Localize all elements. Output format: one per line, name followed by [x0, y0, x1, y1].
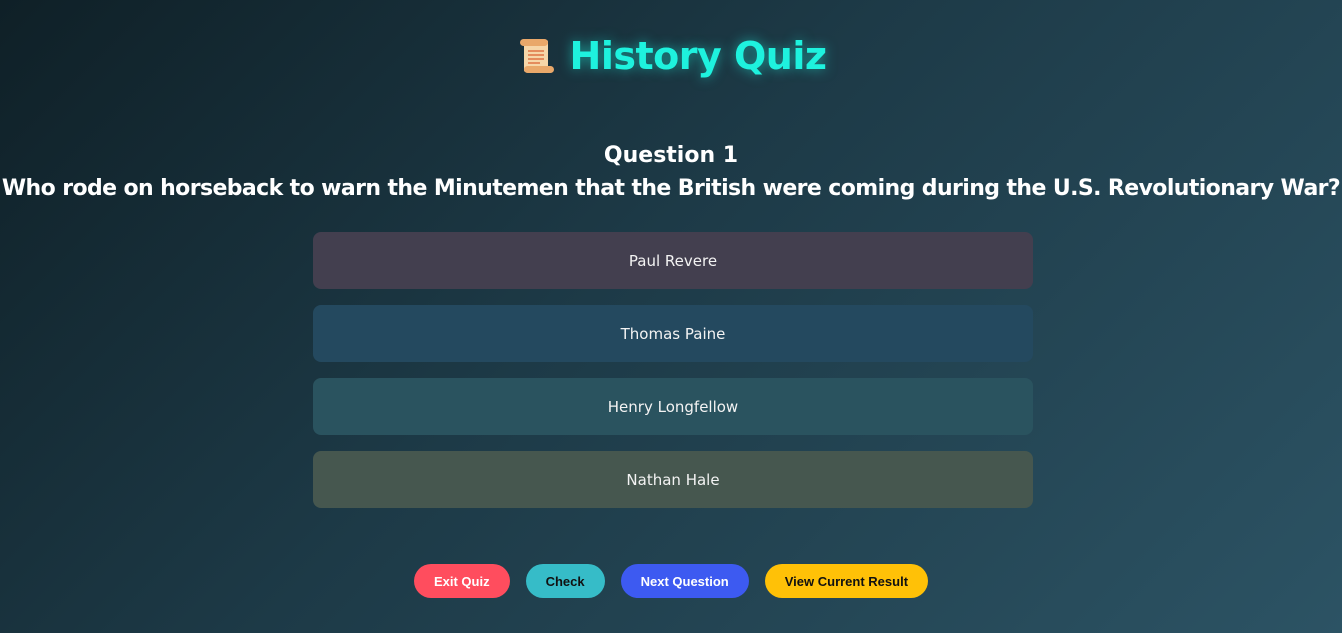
next-question-button[interactable]: Next Question — [620, 564, 749, 598]
view-result-button[interactable]: View Current Result — [764, 564, 929, 598]
exit-quiz-button[interactable]: Exit Quiz — [413, 564, 510, 598]
question-number: Question 1 — [603, 143, 739, 168]
scroll-icon — [516, 36, 556, 76]
answer-option[interactable]: Thomas Paine — [313, 305, 1033, 362]
quiz-header: History Quiz — [0, 34, 1342, 78]
question-text: Who rode on horseback to warn the Minute… — [1, 176, 1341, 201]
answer-option[interactable]: Paul Revere — [313, 232, 1033, 289]
action-bar: Exit Quiz Check Next Question View Curre… — [0, 564, 1342, 598]
answer-options: Paul Revere Thomas Paine Henry Longfello… — [313, 232, 1033, 524]
check-button[interactable]: Check — [525, 564, 605, 598]
page-title: History Quiz — [569, 34, 827, 78]
answer-option[interactable]: Henry Longfellow — [313, 378, 1033, 435]
answer-option[interactable]: Nathan Hale — [313, 451, 1033, 508]
